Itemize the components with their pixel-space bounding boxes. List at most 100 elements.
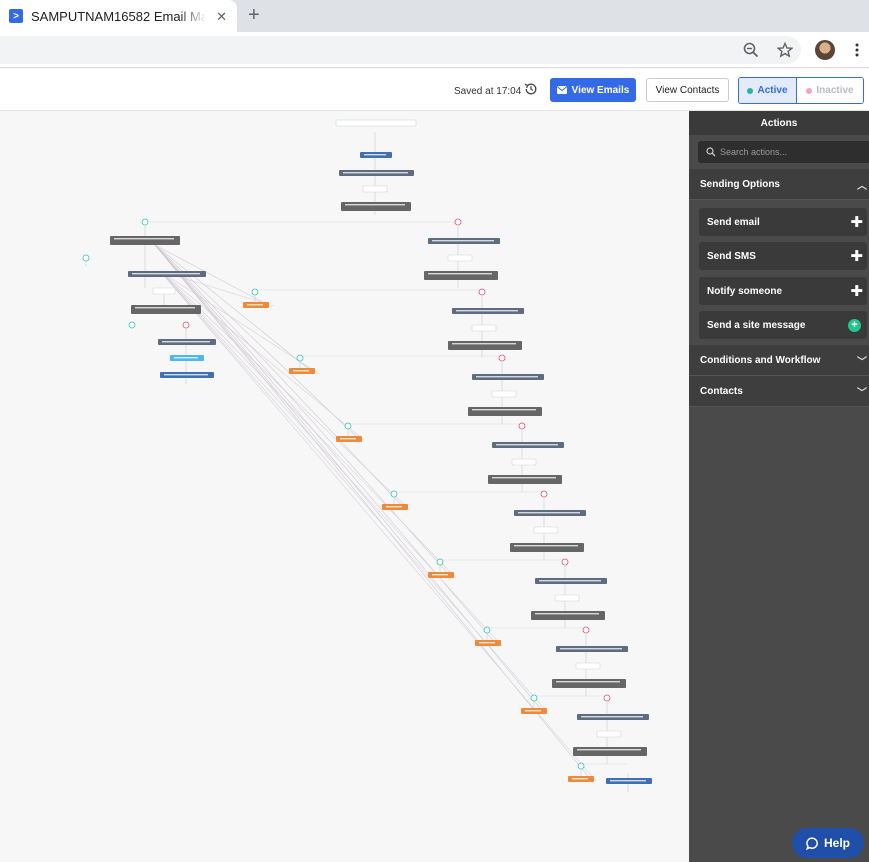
inactive-label: Inactive <box>816 85 854 96</box>
node-text-line[interactable] <box>556 681 620 683</box>
node-text-line[interactable] <box>572 778 588 780</box>
split-node[interactable] <box>152 287 176 295</box>
browser-tab[interactable]: > SAMPUTNAM16582 Email Marketing ✕ <box>0 0 237 32</box>
node-text-line[interactable] <box>472 409 536 411</box>
node-text-line[interactable] <box>164 374 208 376</box>
node-text-line[interactable] <box>535 613 599 615</box>
split-node[interactable] <box>575 662 601 670</box>
wait-node[interactable] <box>424 271 498 280</box>
node-text-line[interactable] <box>577 749 641 751</box>
help-label: Help <box>823 836 850 850</box>
split-node[interactable] <box>362 185 388 193</box>
node-text-line[interactable] <box>428 273 492 275</box>
wait-node[interactable] <box>448 341 522 350</box>
node-text-line[interactable] <box>343 172 408 174</box>
wait-node[interactable] <box>341 202 411 211</box>
branch-yes-no-marker <box>540 490 548 498</box>
view-contacts-button[interactable]: View Contacts <box>646 78 729 102</box>
new-tab-button[interactable]: + <box>248 4 260 27</box>
wait-node[interactable] <box>552 679 626 688</box>
section-contacts[interactable]: Contacts ﹀ <box>689 376 869 407</box>
node-text-line[interactable] <box>432 240 494 242</box>
more-vert-icon[interactable] <box>848 41 866 59</box>
node-text-line[interactable] <box>514 545 578 547</box>
node-text-line[interactable] <box>364 154 386 156</box>
node-text-line[interactable] <box>135 307 195 309</box>
section-sending-options[interactable]: Sending Options ︿ <box>689 169 869 200</box>
split-node[interactable] <box>533 526 559 534</box>
automation-flow-diagram <box>82 119 652 792</box>
automation-canvas[interactable] <box>0 111 689 862</box>
wait-node[interactable] <box>131 305 201 314</box>
node-text-line[interactable] <box>293 370 309 372</box>
help-button[interactable]: Help <box>792 828 864 858</box>
node-text-line[interactable] <box>539 580 601 582</box>
browser-tabstrip: > SAMPUTNAM16582 Email Marketing ✕ + <box>0 0 869 32</box>
node-text-line[interactable] <box>162 341 210 343</box>
action-label: Send a site message <box>707 319 806 331</box>
wait-node[interactable] <box>531 611 605 620</box>
wait-node[interactable] <box>110 236 180 245</box>
node-text-line[interactable] <box>456 310 518 312</box>
chevron-down-icon: ﹀ <box>857 387 867 399</box>
profile-avatar[interactable] <box>815 40 835 60</box>
node-text-line[interactable] <box>581 716 643 718</box>
node-text-line[interactable] <box>345 204 405 206</box>
active-toggle[interactable]: Active <box>739 78 797 103</box>
node-text-line[interactable] <box>610 780 646 782</box>
connector-line <box>154 244 499 647</box>
node-text-line[interactable] <box>492 477 556 479</box>
node-text-line[interactable] <box>247 304 263 306</box>
view-emails-button[interactable]: View Emails <box>550 78 636 102</box>
wait-node[interactable] <box>510 543 584 552</box>
action-label: Send SMS <box>707 250 756 262</box>
section-conditions-workflow[interactable]: Conditions and Workflow ﹀ <box>689 345 869 376</box>
section-label: Conditions and Workflow <box>700 354 821 366</box>
tab-close-icon[interactable]: ✕ <box>216 9 227 25</box>
wait-node[interactable] <box>573 747 647 756</box>
node-text-line[interactable] <box>132 273 200 275</box>
action-label: Send email <box>707 216 760 228</box>
action-send-email[interactable]: Send email ✚ <box>699 208 867 236</box>
node-text-line[interactable] <box>114 238 174 240</box>
branch-yes-no-marker <box>251 288 259 296</box>
split-node[interactable] <box>596 730 622 738</box>
split-node[interactable] <box>335 119 417 127</box>
actions-sidebar: Actions Sending Options ︿ Send email ✚ S… <box>689 111 869 862</box>
plus-icon: ✚ <box>850 214 863 231</box>
node-text-line[interactable] <box>386 506 402 508</box>
node-text-line[interactable] <box>560 648 622 650</box>
split-node[interactable] <box>554 594 580 602</box>
activecampaign-favicon-icon: > <box>9 9 23 23</box>
status-toggle: Active Inactive <box>738 77 864 104</box>
action-send-sms[interactable]: Send SMS ✚ <box>699 242 867 270</box>
automation-header: Saved at 17:04 View Emails View Contacts… <box>0 69 869 111</box>
node-text-line[interactable] <box>518 512 580 514</box>
wait-node[interactable] <box>468 407 542 416</box>
sidebar-title: Actions <box>689 111 869 135</box>
node-text-line[interactable] <box>452 343 516 345</box>
bookmark-star-icon[interactable] <box>776 41 794 59</box>
address-bar[interactable] <box>0 36 801 64</box>
wait-node[interactable] <box>488 475 562 484</box>
split-node[interactable] <box>511 458 537 466</box>
node-text-line[interactable] <box>340 438 356 440</box>
search-input[interactable] <box>720 147 869 157</box>
split-node[interactable] <box>447 254 473 262</box>
node-text-line[interactable] <box>479 642 495 644</box>
branch-yes-no-marker <box>182 321 190 329</box>
split-node[interactable] <box>491 390 517 398</box>
zoom-out-icon[interactable] <box>742 41 760 59</box>
action-notify-someone[interactable]: Notify someone ✚ <box>699 277 867 305</box>
node-text-line[interactable] <box>432 574 448 576</box>
history-icon[interactable] <box>524 82 538 96</box>
inactive-toggle[interactable]: Inactive <box>797 78 863 103</box>
action-send-site-message[interactable]: Send a site message + <box>699 311 867 339</box>
branch-yes-no-marker <box>498 354 506 362</box>
node-text-line[interactable] <box>476 376 538 378</box>
node-text-line[interactable] <box>525 710 541 712</box>
action-search[interactable] <box>698 141 869 163</box>
node-text-line[interactable] <box>496 444 558 446</box>
node-text-line[interactable] <box>174 357 198 359</box>
split-node[interactable] <box>471 324 497 332</box>
